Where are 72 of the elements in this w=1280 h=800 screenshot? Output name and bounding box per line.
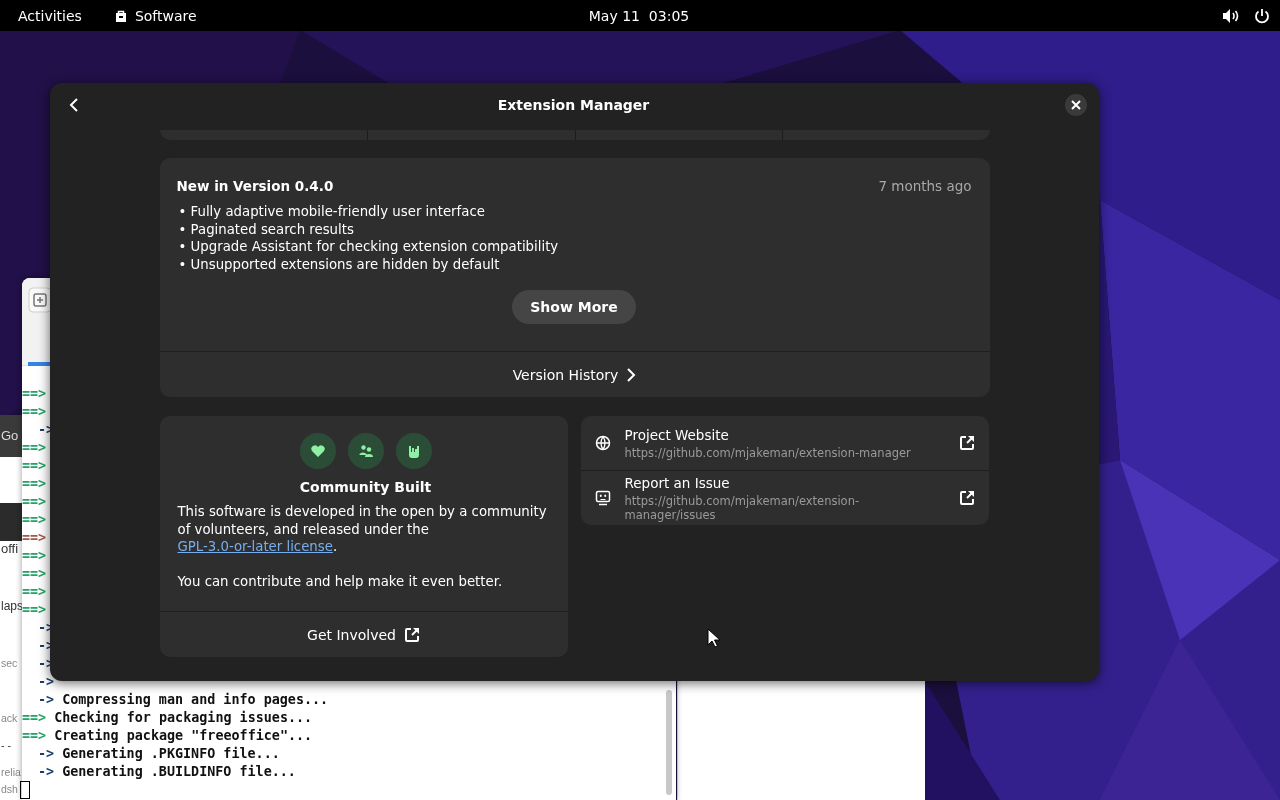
external-link-icon: [958, 435, 975, 451]
license-link[interactable]: GPL-3.0-or-later license: [177, 539, 333, 554]
link-title: Project Website: [624, 426, 730, 443]
version-history-row[interactable]: Version History: [159, 352, 990, 397]
release-note: • Paginated search results: [178, 220, 355, 238]
terminal-prompt: ==>: [22, 403, 47, 421]
link-row[interactable]: Report an Issue https://github.com/mjakeman/extension-manager/issues: [580, 470, 989, 525]
text-fragment: relia: [0, 766, 22, 779]
terminal-prompt: ->: [38, 745, 55, 763]
terminal-prompt: ->: [38, 691, 55, 709]
new-tab-icon[interactable]: [28, 287, 52, 313]
terminal-prompt: ==>: [22, 583, 47, 601]
close-button[interactable]: [1065, 94, 1087, 116]
release-note: • Upgrade Assistant for checking extension compatibility: [178, 238, 560, 256]
version-history-label: Version History: [512, 366, 619, 383]
close-icon: [1071, 100, 1081, 110]
scrollbar[interactable]: [666, 690, 672, 795]
external-link-icon: [958, 490, 975, 506]
link-url: https://github.com/mjakeman/extension-manager: [624, 445, 912, 460]
terminal-text: Generating .BUILDINFO file...: [62, 763, 296, 781]
active-tab-indicator: [28, 362, 52, 366]
text-fragment: laps: [0, 600, 22, 613]
terminal-text: Checking for packaging issues...: [54, 709, 313, 727]
terminal-text: Creating package "freeoffice"...: [54, 727, 313, 745]
link-row[interactable]: Project Website https://github.com/mjakeman/extension-manager: [580, 416, 989, 470]
text-cursor: [20, 781, 30, 799]
terminal-prompt: ==>: [22, 709, 47, 727]
contribute-text: You can contribute and help make it even better.: [177, 572, 504, 590]
terminal-prompt: ==>: [22, 727, 47, 745]
terminal-prompt: ==>: [22, 511, 47, 529]
terminal-prompt: ==>: [22, 385, 47, 403]
clock[interactable]: May 11 03:05: [578, 4, 700, 27]
terminal-prompt: ==>: [22, 529, 47, 547]
terminal-prompt: ->: [38, 763, 55, 781]
heart-icon: [309, 443, 326, 459]
chevron-right-icon: [626, 367, 637, 382]
get-involved-row[interactable]: Get Involved: [159, 612, 568, 657]
power-icon[interactable]: [1254, 7, 1270, 24]
terminal-prompt: ==>: [22, 565, 47, 583]
terminal-text: Generating .PKGINFO file...: [62, 745, 280, 763]
release-title: New in Version 0.4.0: [176, 178, 334, 194]
community-description: This software is developed in the open by a community of volunteers, and released under the GPL-3.0-or-later license.: [177, 503, 548, 556]
terminal-prompt: ->: [38, 673, 55, 691]
release-note: • Fully adaptive mobile-friendly user interface: [178, 203, 486, 221]
volume-icon[interactable]: [1222, 7, 1240, 24]
community-title: Community Built: [298, 479, 433, 495]
globe-icon: [594, 435, 611, 451]
link-url: https://github.com/mjakeman/extension-manager/issues: [624, 493, 861, 522]
terminal-prompt: ==>: [22, 547, 47, 565]
bag-icon: [113, 8, 128, 23]
terminal-prompt: ==>: [22, 601, 47, 619]
app-menu[interactable]: Software: [103, 4, 207, 27]
terminal-prompt: ==>: [22, 439, 47, 457]
monitor-icon: [594, 490, 611, 506]
external-link-icon: [403, 626, 420, 643]
get-involved-label: Get Involved: [307, 626, 396, 643]
activities-button[interactable]: Activities: [8, 4, 92, 27]
link-title: Report an Issue: [624, 474, 731, 491]
text-fragment: ack: [0, 712, 19, 725]
terminal-text: Compressing man and info pages...: [62, 691, 329, 709]
release-note: • Unsupported extensions are hidden by default: [178, 255, 501, 273]
cursor-icon: [707, 628, 721, 648]
window-title: Extension Manager: [497, 97, 650, 113]
terminal-prompt: ==>: [22, 493, 47, 511]
text-fragment: - -: [0, 739, 12, 752]
text-fragment: sec: [0, 657, 19, 670]
release-date: 7 months ago: [878, 178, 972, 194]
terminal-prompt: ==>: [22, 457, 47, 475]
text-fragment: dsh: [0, 783, 19, 796]
show-more-button[interactable]: Show More: [512, 290, 636, 324]
people-icon: [357, 443, 374, 459]
terminal-prompt: ==>: [22, 475, 47, 493]
